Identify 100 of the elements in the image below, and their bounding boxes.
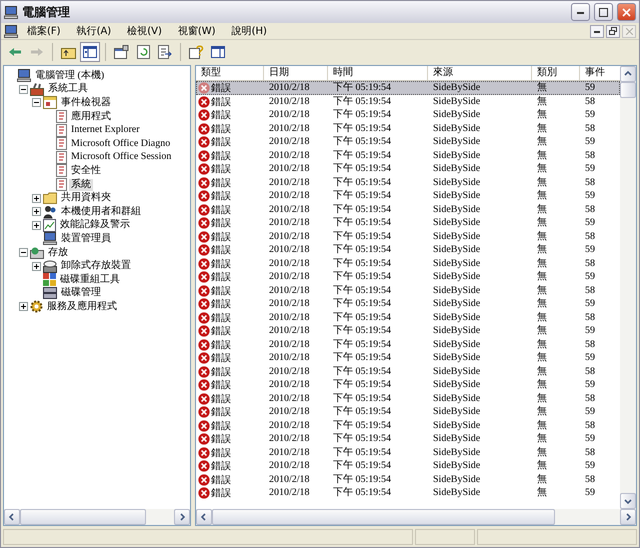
table-cell-text: 59	[584, 352, 596, 364]
column-header[interactable]: 類別	[532, 66, 580, 81]
tree-item[interactable]: 本機使用者和群組	[59, 206, 143, 218]
scrollbar-thumb[interactable]	[212, 509, 556, 525]
menu-item[interactable]: 視窗(W)	[170, 24, 223, 38]
minimize-button[interactable]	[590, 24, 604, 38]
event-row[interactable]: 錯誤 2010/2/18 下午 05:19:54 SideBySide 無 58	[196, 202, 620, 216]
table-cell-text: 無	[536, 136, 548, 148]
table-cell-text: 2010/2/18	[268, 163, 311, 175]
column-header[interactable]: 事件	[580, 66, 620, 81]
table-cell-text: 59	[584, 82, 596, 94]
tree-item[interactable]: 卸除式存放裝置	[59, 260, 133, 272]
table-cell-text: 58	[584, 258, 596, 270]
event-row[interactable]: 錯誤 2010/2/18 下午 05:19:54 SideBySide 無 58	[196, 446, 620, 459]
menu-item[interactable]: 檢視(V)	[120, 24, 169, 38]
event-row[interactable]: 錯誤 2010/2/18 下午 05:19:54 SideBySide 無 58	[196, 230, 620, 243]
right-chevron-icon	[178, 513, 186, 521]
menu-item[interactable]: 說明(H)	[224, 24, 274, 38]
event-row[interactable]: 錯誤 2010/2/18 下午 05:19:54 SideBySide 無 58	[196, 284, 620, 297]
tree-item[interactable]: 服務及應用程式	[45, 300, 119, 313]
event-row[interactable]: 錯誤 2010/2/18 下午 05:19:54 SideBySide 無 58	[196, 256, 620, 270]
table-cell-text: 無	[536, 150, 548, 162]
expand-toggle[interactable]	[32, 262, 41, 271]
table-cell-text: 無	[536, 406, 548, 418]
event-row[interactable]: 錯誤 2010/2/18 下午 05:19:54 SideBySide 無 59	[196, 189, 620, 202]
tree-item[interactable]: Internet Explorer	[69, 124, 142, 136]
menu-item[interactable]: 檔案(F)	[20, 24, 68, 38]
event-row[interactable]: 錯誤 2010/2/18 下午 05:19:54 SideBySide 無 58	[196, 148, 620, 162]
table-cell-text: 下午 05:19:54	[332, 204, 392, 216]
collapse-toggle[interactable]	[19, 248, 28, 258]
vertical-scrollbar[interactable]	[620, 66, 636, 509]
event-row[interactable]: 錯誤 2010/2/18 下午 05:19:54 SideBySide 無 58	[196, 392, 620, 405]
column-header[interactable]: 來源	[428, 66, 532, 81]
event-row[interactable]: 錯誤 2010/2/18 下午 05:19:54 SideBySide 無 58	[196, 176, 620, 189]
tree-item[interactable]: 效能記錄及警示	[58, 219, 132, 232]
event-row[interactable]: 錯誤 2010/2/18 下午 05:19:54 SideBySide 無 59	[196, 324, 620, 338]
scrollbar-thumb[interactable]	[620, 82, 636, 98]
tree-item[interactable]: Microsoft Office Session	[69, 151, 174, 164]
log-page-icon	[56, 150, 67, 164]
table-cell-text: 錯誤	[211, 82, 231, 95]
maximize-button[interactable]	[594, 3, 613, 21]
event-row[interactable]: 錯誤 2010/2/18 下午 05:19:54 SideBySide 無 59	[196, 459, 620, 472]
tree-item[interactable]: 存放	[46, 246, 70, 259]
event-row[interactable]: 錯誤 2010/2/18 下午 05:19:54 SideBySide 無 58	[196, 472, 620, 486]
expand-toggle[interactable]	[32, 220, 41, 230]
tree-item[interactable]: 應用程式	[69, 110, 113, 123]
event-row[interactable]: 錯誤 2010/2/18 下午 05:19:54 SideBySide 無 59	[196, 108, 620, 122]
expand-toggle[interactable]	[19, 302, 28, 312]
table-cell-text: 2010/2/18	[268, 392, 311, 404]
event-row[interactable]: 錯誤 2010/2/18 下午 05:19:54 SideBySide 無 59	[196, 351, 620, 364]
table-cell-text: 錯誤	[211, 338, 231, 352]
event-row[interactable]: 錯誤 2010/2/18 下午 05:19:54 SideBySide 無 59	[196, 81, 620, 94]
event-row[interactable]: 錯誤 2010/2/18 下午 05:19:54 SideBySide 無 59	[196, 405, 620, 418]
horizontal-scrollbar[interactable]	[4, 509, 190, 525]
table-cell-text: 下午 05:19:54	[332, 190, 392, 202]
collapse-toggle[interactable]	[32, 98, 41, 108]
event-row[interactable]: 錯誤 2010/2/18 下午 05:19:54 SideBySide 無 59	[196, 162, 620, 176]
scrollbar-thumb[interactable]	[20, 509, 146, 525]
event-row[interactable]: 錯誤 2010/2/18 下午 05:19:54 SideBySide 無 59	[196, 486, 620, 500]
tree-item[interactable]: Microsoft Office Diagno	[69, 138, 172, 150]
horizontal-scrollbar[interactable]	[196, 509, 636, 525]
tree-item[interactable]: 系統	[69, 178, 93, 191]
menu-item[interactable]: 執行(A)	[70, 24, 118, 38]
event-row[interactable]: 錯誤 2010/2/18 下午 05:19:54 SideBySide 無 59	[196, 297, 620, 310]
table-cell-text: SideBySide	[432, 150, 482, 162]
column-header[interactable]: 日期	[264, 66, 328, 81]
restore-button[interactable]	[606, 24, 620, 38]
tree-item[interactable]: 共用資料夾	[59, 192, 113, 204]
tree-button[interactable]	[80, 42, 100, 62]
tree-item[interactable]: 磁碟重組工具	[58, 274, 122, 286]
event-row[interactable]: 錯誤 2010/2/18 下午 05:19:54 SideBySide 無 58	[196, 94, 620, 108]
event-row[interactable]: 錯誤 2010/2/18 下午 05:19:54 SideBySide 無 59	[196, 243, 620, 256]
minimize-button[interactable]	[571, 3, 590, 21]
event-row[interactable]: 錯誤 2010/2/18 下午 05:19:54 SideBySide 無 59	[196, 270, 620, 284]
table-cell-text: 下午 05:19:54	[332, 217, 392, 229]
expand-toggle[interactable]	[32, 194, 41, 203]
table-cell-text: 下午 05:19:54	[332, 176, 392, 188]
column-header[interactable]: 類型	[196, 66, 264, 81]
tree-item[interactable]: 磁碟管理	[59, 287, 103, 300]
column-header[interactable]: 時間	[328, 66, 428, 81]
event-row[interactable]: 錯誤 2010/2/18 下午 05:19:54 SideBySide 無 59	[196, 432, 620, 446]
event-row[interactable]: 錯誤 2010/2/18 下午 05:19:54 SideBySide 無 58	[196, 338, 620, 351]
event-row[interactable]: 錯誤 2010/2/18 下午 05:19:54 SideBySide 無 59	[196, 378, 620, 392]
event-row[interactable]: 錯誤 2010/2/18 下午 05:19:54 SideBySide 無 59	[196, 216, 620, 230]
event-row[interactable]: 錯誤 2010/2/18 下午 05:19:54 SideBySide 無 58	[196, 122, 620, 135]
event-row[interactable]: 錯誤 2010/2/18 下午 05:19:54 SideBySide 無 58	[196, 418, 620, 432]
event-row[interactable]: 錯誤 2010/2/18 下午 05:19:54 SideBySide 無 59	[196, 135, 620, 148]
close-button[interactable]	[617, 3, 636, 21]
plus-icon	[34, 222, 39, 228]
event-row[interactable]: 錯誤 2010/2/18 下午 05:19:54 SideBySide 無 58	[196, 310, 620, 324]
table-cell-text: 59	[584, 460, 596, 472]
properties-button[interactable]	[111, 42, 131, 62]
tree-item[interactable]: 電腦管理 (本機)	[33, 70, 106, 82]
tree-item[interactable]: 事件檢視器	[59, 96, 113, 109]
collapse-toggle[interactable]	[19, 84, 28, 94]
tree-item[interactable]: 系統工具	[46, 83, 90, 96]
tree-item[interactable]: 裝置管理員	[59, 232, 113, 245]
event-row[interactable]: 錯誤 2010/2/18 下午 05:19:54 SideBySide 無 58	[196, 364, 620, 378]
expand-toggle[interactable]	[32, 207, 41, 216]
tree-item[interactable]: 安全性	[69, 164, 103, 177]
